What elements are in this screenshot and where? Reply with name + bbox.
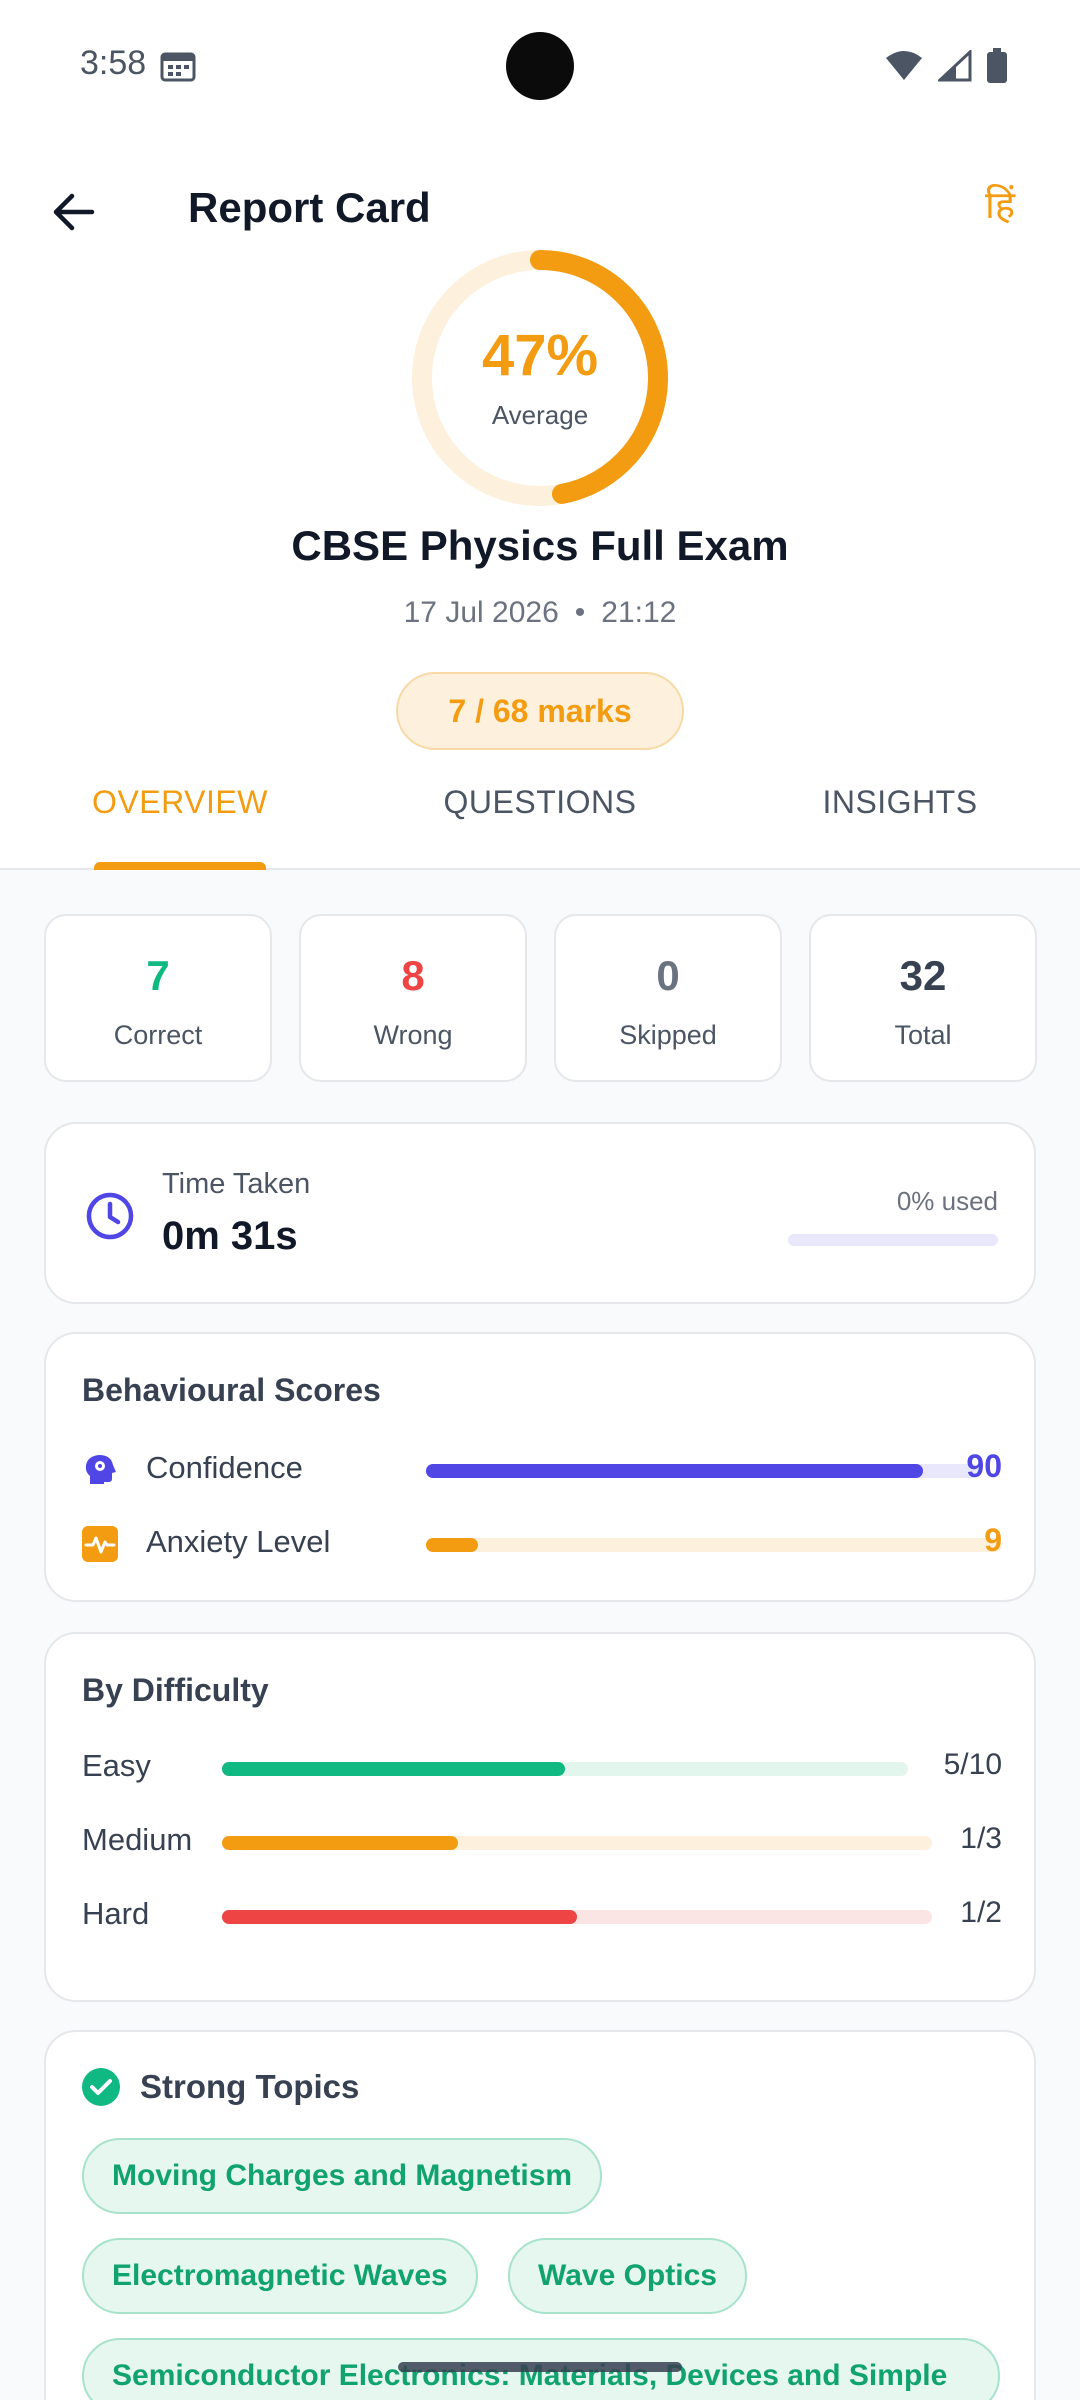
time-used-label: 0% used [896, 1186, 998, 1216]
time-taken-card: Time Taken 0m 31s 0% used [44, 1122, 1036, 1304]
topic-chip[interactable]: Electromagnetic Waves [82, 2238, 478, 2314]
anxiety-fill [426, 1538, 478, 1552]
strong-topics-card: Strong Topics Moving Charges and Magneti… [44, 2030, 1036, 2400]
status-time: 3:58 [80, 44, 147, 82]
stat-value: 0 [656, 952, 680, 999]
meta-separator: • [574, 596, 586, 629]
anxiety-label: Anxiety Level [146, 1524, 331, 1559]
report-card-screen: 3:58 Report Card हिं 47% Average CBSE Ph… [0, 0, 1080, 2400]
confidence-fill [426, 1464, 923, 1478]
time-taken-label: Time Taken [162, 1168, 311, 1200]
difficulty-label: Hard [82, 1896, 150, 1931]
clock-icon [86, 1192, 134, 1240]
difficulty-title: By Difficulty [82, 1672, 269, 1708]
exam-meta: 17 Jul 2026 • 21:12 [0, 596, 1080, 630]
status-bar: 3:58 [0, 0, 1080, 136]
stat-card-skipped: 0 Skipped [554, 914, 782, 1082]
strong-topics-header: Strong Topics [82, 2068, 359, 2106]
topic-chip[interactable]: Moving Charges and Magnetism [82, 2138, 603, 2214]
strong-topics-title: Strong Topics [140, 2068, 360, 2105]
difficulty-track [222, 1910, 932, 1924]
time-taken-value: 0m 31s [162, 1214, 298, 1258]
marks-badge: 7 / 68 marks [396, 672, 684, 750]
difficulty-row-hard: Hard 1/2 [82, 1892, 1002, 1940]
stat-label: Skipped [619, 1020, 717, 1050]
difficulty-card: By Difficulty Easy 5/10 Medium 1/3 Hard [44, 1632, 1036, 2002]
confidence-row: Confidence 90 [82, 1446, 1002, 1494]
difficulty-label: Easy [82, 1748, 151, 1783]
anxiety-value: 9 [984, 1522, 1002, 1558]
difficulty-value: 1/2 [960, 1896, 1002, 1929]
score-caption: Average [491, 400, 589, 430]
confidence-value: 90 [966, 1448, 1002, 1484]
app-bar: Report Card हिं [0, 160, 1080, 260]
status-icons [884, 48, 1008, 84]
confidence-label: Confidence [146, 1450, 303, 1485]
difficulty-value: 1/3 [960, 1822, 1002, 1855]
stat-label: Wrong [373, 1020, 453, 1050]
difficulty-row-medium: Medium 1/3 [82, 1818, 1002, 1866]
overview-content[interactable]: 7 Correct 8 Wrong 0 Skipped 32 Total Tim… [0, 870, 1080, 2400]
back-button[interactable] [44, 182, 104, 242]
arrow-left-icon [53, 193, 95, 231]
exam-title: CBSE Physics Full Exam [291, 522, 789, 569]
difficulty-track [222, 1762, 908, 1776]
calendar-icon [160, 52, 196, 82]
difficulty-fill [222, 1836, 459, 1850]
tab-questions[interactable]: QUESTIONS [390, 784, 690, 821]
difficulty-label: Medium [82, 1822, 193, 1857]
active-tab-indicator [94, 862, 266, 870]
camera-cutout [506, 32, 574, 100]
stat-value: 8 [401, 952, 425, 999]
stat-card-total: 32 Total [809, 914, 1037, 1082]
anxiety-row: Anxiety Level 9 [82, 1520, 1002, 1568]
difficulty-row-easy: Easy 5/10 [82, 1744, 1002, 1792]
stat-card-correct: 7 Correct [44, 914, 272, 1082]
behavioural-scores-title: Behavioural Scores [82, 1372, 381, 1408]
stat-label: Total [894, 1020, 952, 1050]
exam-time: 21:12 [601, 596, 677, 629]
difficulty-fill [222, 1910, 577, 1924]
behavioural-scores-card: Behavioural Scores Confidence 90 Anxiety… [44, 1332, 1036, 1602]
anxiety-track [426, 1538, 1002, 1552]
stat-value: 7 [146, 952, 170, 999]
tab-overview[interactable]: OVERVIEW [30, 784, 330, 821]
stat-value: 32 [899, 952, 947, 999]
tab-insights[interactable]: INSIGHTS [750, 784, 1050, 821]
time-used-bar [788, 1234, 998, 1246]
pulse-icon [82, 1526, 118, 1562]
language-toggle-button[interactable]: हिं [972, 178, 1028, 234]
difficulty-value: 5/10 [943, 1748, 1002, 1781]
home-indicator[interactable] [398, 2362, 682, 2372]
signal-icon [938, 50, 972, 82]
score-percent: 47% [481, 323, 599, 388]
stat-card-wrong: 8 Wrong [299, 914, 527, 1082]
topic-chip[interactable]: Wave Optics [508, 2238, 747, 2314]
wifi-icon [886, 51, 922, 80]
check-circle-icon [82, 2068, 120, 2106]
confidence-track [426, 1464, 978, 1478]
stat-label: Correct [113, 1020, 203, 1050]
difficulty-track [222, 1836, 932, 1850]
tab-bar: OVERVIEW QUESTIONS INSIGHTS [0, 770, 1080, 870]
page-title: Report Card [188, 184, 431, 231]
difficulty-fill [222, 1762, 565, 1776]
brain-icon [85, 1455, 116, 1484]
exam-date: 17 Jul 2026 [403, 596, 559, 629]
battery-icon [987, 48, 1007, 83]
